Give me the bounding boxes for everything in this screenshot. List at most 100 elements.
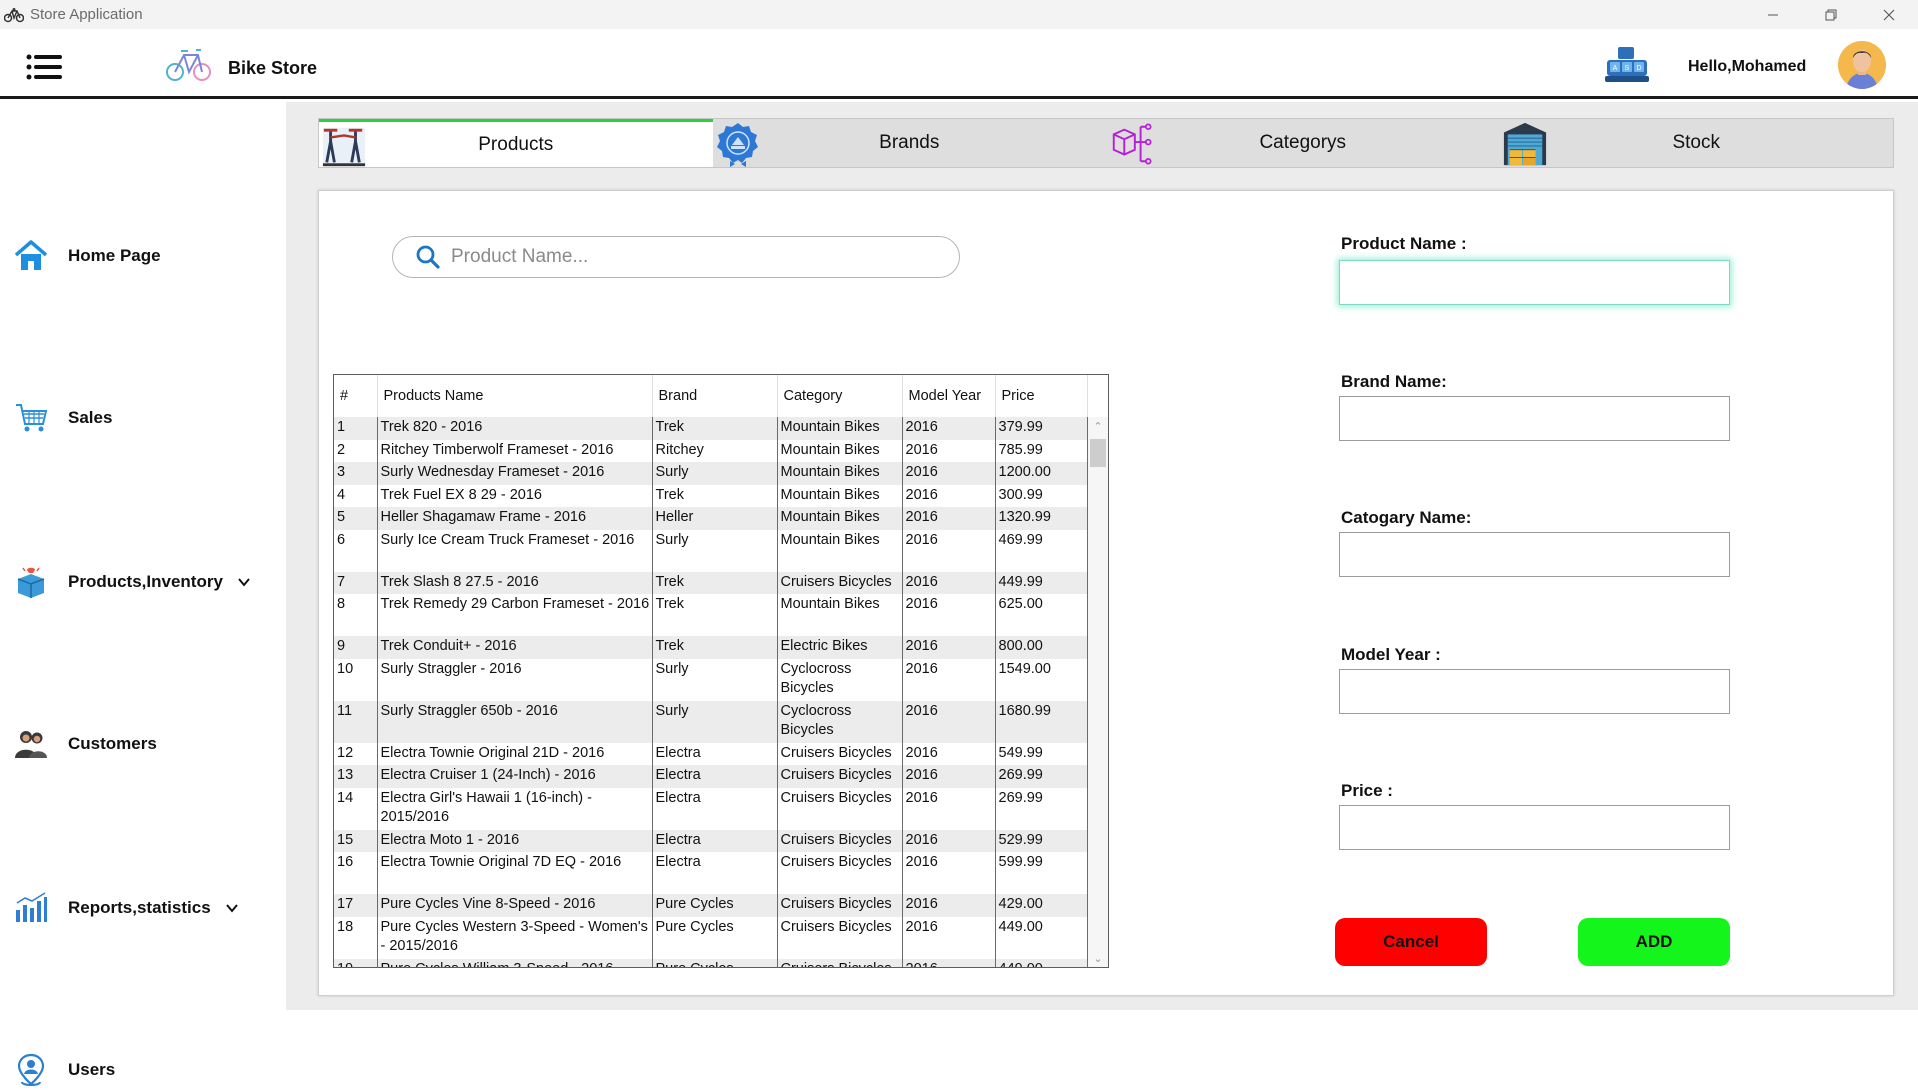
table-row[interactable]: 17 Pure Cycles Vine 8-Speed - 2016 Pure Cy…	[334, 894, 1088, 917]
table-cell: 16	[334, 852, 378, 894]
category-name-field[interactable]	[1339, 532, 1730, 577]
table-cell: 2016	[902, 571, 996, 594]
add-button[interactable]: ADD	[1578, 918, 1730, 966]
table-cell: 785.99	[995, 439, 1088, 462]
sidebar-item-customers[interactable]: Customers	[14, 724, 157, 764]
table-cell: 17	[334, 894, 378, 917]
close-window-button[interactable]	[1860, 0, 1918, 29]
table-cell: Trek Remedy 29 Carbon Frameset - 2016	[377, 594, 653, 636]
table-cell: Surly	[652, 462, 778, 485]
model-year-label: Model Year :	[1341, 645, 1441, 664]
table-cell: Ritchey Timberwolf Frameset - 2016	[377, 439, 653, 462]
column-header[interactable]: Products Name	[377, 375, 653, 417]
table-scrollbar[interactable]: ⌃ ⌄	[1088, 417, 1108, 967]
sidebar-item-label: Products,Inventory	[68, 572, 223, 591]
table-cell: 2016	[902, 852, 996, 894]
table-cell: Electra	[652, 829, 778, 852]
table-row[interactable]: 4 Trek Fuel EX 8 29 - 2016 Trek Mountain Bi…	[334, 484, 1088, 507]
products-table: # Products Name Brand Category Model Year Pri…	[333, 374, 1109, 968]
column-header[interactable]: Price	[995, 375, 1088, 417]
minimize-button[interactable]	[1744, 0, 1802, 29]
window-title: Store Application	[30, 6, 143, 23]
tab-categorys[interactable]: Categorys	[1106, 119, 1500, 167]
table-row[interactable]: 5 Heller Shagamaw Frame - 2016 Heller Mount…	[334, 507, 1088, 530]
table-cell: Trek Conduit+ - 2016	[377, 636, 653, 659]
tab-stock[interactable]: Stock	[1500, 119, 1894, 167]
hamburger-icon	[26, 54, 62, 80]
avatar[interactable]	[1838, 41, 1886, 89]
table-row[interactable]: 1 Trek 820 - 2016 Trek Mountain Bikes 2016 37…	[334, 417, 1088, 440]
search-input[interactable]	[451, 246, 931, 268]
table-row[interactable]: 7 Trek Slash 8 27.5 - 2016 Trek Cruisers Bi…	[334, 571, 1088, 594]
table-cell: 19	[334, 958, 378, 967]
table-row[interactable]: 2 Ritchey Timberwolf Frameset - 2016 Ritch…	[334, 439, 1088, 462]
table-cell: Surly Straggler 650b - 2016	[377, 700, 653, 743]
brand-name-field[interactable]	[1339, 396, 1730, 441]
brand-name-label: Brand Name:	[1341, 372, 1447, 391]
sidebar-item-label: Users	[68, 1060, 116, 1079]
table-cell: 449.00	[995, 958, 1088, 967]
table-cell: 2016	[902, 594, 996, 636]
product-search-box[interactable]	[392, 236, 960, 278]
keyboard-keys-icon[interactable]: A S D	[1604, 46, 1650, 84]
table-row[interactable]: 12 Electra Townie Original 21D - 2016 Elec…	[334, 742, 1088, 765]
column-header[interactable]: Brand	[652, 375, 778, 417]
table-cell: Surly Wednesday Frameset - 2016	[377, 462, 653, 485]
table-cell: Electric Bikes	[777, 636, 903, 659]
price-field[interactable]	[1339, 805, 1730, 850]
table-cell: 2016	[902, 958, 996, 967]
table-cell: Pure Cycles Western 3-Speed - Women's - …	[377, 916, 653, 959]
table-row[interactable]: 8 Trek Remedy 29 Carbon Frameset - 2016 Tr…	[334, 594, 1088, 636]
sidebar-item-users[interactable]: Users	[14, 1050, 115, 1090]
column-header[interactable]: Model Year	[902, 375, 996, 417]
table-cell: 15	[334, 829, 378, 852]
table-cell: Electra Cruiser 1 (24-Inch) - 2016	[377, 765, 653, 788]
table-row[interactable]: 13 Electra Cruiser 1 (24-Inch) - 2016 Elec…	[334, 765, 1088, 788]
sidebar-item-sales[interactable]: Sales	[14, 398, 112, 438]
table-row[interactable]: 10 Surly Straggler - 2016 Surly Cyclocross …	[334, 658, 1088, 701]
table-cell: 13	[334, 765, 378, 788]
table-row[interactable]: 9 Trek Conduit+ - 2016 Trek Electric Bikes 2…	[334, 636, 1088, 659]
cancel-button[interactable]: Cancel	[1335, 918, 1487, 966]
tab-label: Brands	[879, 132, 940, 153]
table-row[interactable]: 19Pure Cycles William 3-Speed - 2016Pure…	[334, 958, 1088, 967]
table-cell: 2016	[902, 742, 996, 765]
chevron-down-icon[interactable]	[225, 901, 239, 915]
table-row[interactable]: 14 Electra Girl's Hawaii 1 (16-inch) - 20…	[334, 787, 1088, 830]
tab-products[interactable]: Products	[319, 119, 713, 167]
table-row[interactable]: 16 Electra Townie Original 7D EQ - 2016 El…	[334, 852, 1088, 894]
table-cell: Trek	[652, 636, 778, 659]
tab-brands[interactable]: Brands	[713, 119, 1107, 167]
product-name-field[interactable]	[1339, 260, 1730, 305]
scroll-up-icon[interactable]: ⌃	[1092, 421, 1104, 433]
table-row[interactable]: 11 Surly Straggler 650b - 2016 Surly Cycloc…	[334, 700, 1088, 743]
table-cell: 2	[334, 439, 378, 462]
scroll-down-icon[interactable]: ⌄	[1092, 953, 1104, 965]
sidebar-item-label: Home Page	[68, 246, 161, 265]
sidebar-item-home[interactable]: Home Page	[14, 236, 161, 276]
table-cell: 2016	[902, 765, 996, 788]
sidebar-item-products-inventory[interactable]: Products,Inventory	[14, 562, 251, 602]
table-cell: 300.99	[995, 484, 1088, 507]
scroll-thumb[interactable]	[1090, 439, 1106, 467]
restore-button[interactable]	[1802, 0, 1860, 29]
table-cell: Trek	[652, 571, 778, 594]
table-cell: Heller	[652, 507, 778, 530]
column-header[interactable]: #	[334, 375, 378, 417]
table-cell: 8	[334, 594, 378, 636]
table-row[interactable]: 18 Pure Cycles Western 3-Speed - Women's …	[334, 916, 1088, 959]
menu-toggle-button[interactable]	[26, 53, 62, 81]
table-cell: Cruisers Bicycles	[777, 787, 903, 830]
table-cell: Electra Girl's Hawaii 1 (16-inch) - 2015…	[377, 787, 653, 830]
table-row[interactable]: 6 Surly Ice Cream Truck Frameset - 2016 Su…	[334, 529, 1088, 572]
table-row[interactable]: 3 Surly Wednesday Frameset - 2016 Surly Mou…	[334, 462, 1088, 485]
column-header[interactable]: Category	[777, 375, 903, 417]
table-cell: 469.99	[995, 529, 1088, 572]
table-cell: Mountain Bikes	[777, 594, 903, 636]
table-cell: 18	[334, 916, 378, 959]
sidebar-item-reports[interactable]: Reports,statistics	[14, 888, 239, 928]
chevron-down-icon[interactable]	[237, 575, 251, 589]
model-year-field[interactable]	[1339, 669, 1730, 714]
table-row[interactable]: 15 Electra Moto 1 - 2016 Electra Cruisers B…	[334, 829, 1088, 852]
svg-text:A: A	[1613, 65, 1618, 72]
